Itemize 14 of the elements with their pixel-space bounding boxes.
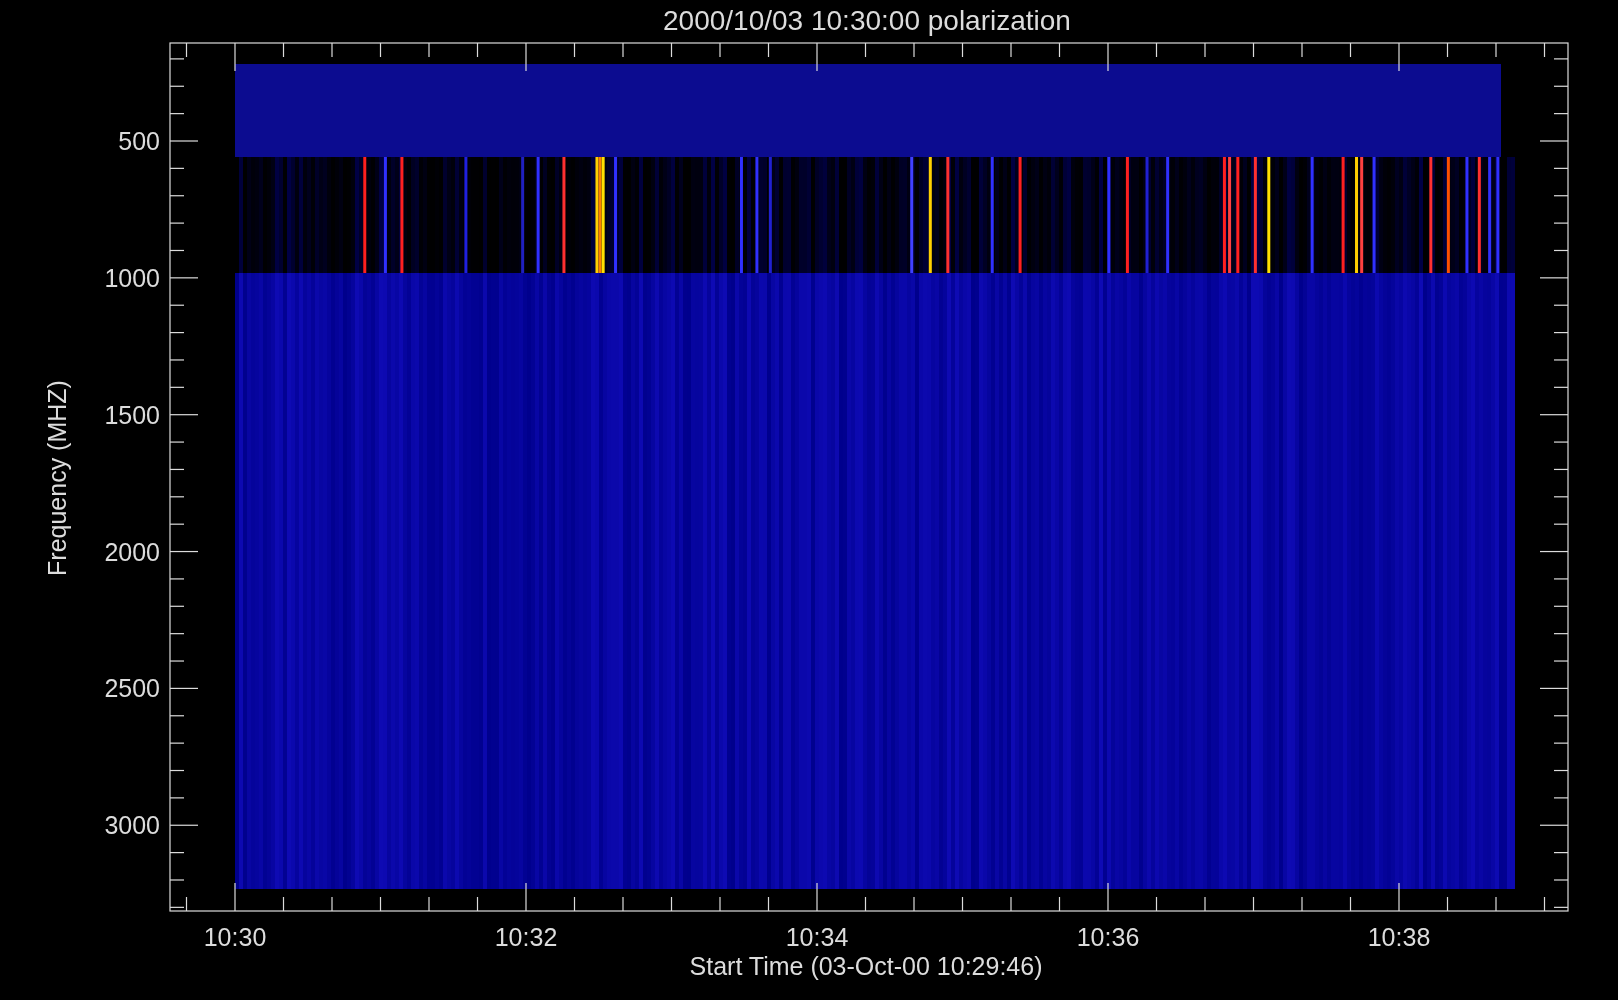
y-tick-label: 2500 xyxy=(104,674,160,703)
y-tick-label: 500 xyxy=(118,127,160,155)
x-tick-label: 10:32 xyxy=(494,923,558,951)
x-tick-label: 10:38 xyxy=(1367,923,1431,951)
y-tick-label: 1000 xyxy=(104,263,160,292)
x-tick-label: 10:30 xyxy=(203,923,267,951)
y-tick-label: 2000 xyxy=(104,537,160,566)
y-tick-label: 1500 xyxy=(104,400,160,429)
y-tick-label: 3000 xyxy=(104,811,160,840)
x-axis-label: Start Time (03-Oct-00 10:29:46) xyxy=(689,952,1043,980)
x-tick-label: 10:36 xyxy=(1076,923,1140,951)
x-tick-label: 10:34 xyxy=(785,923,849,951)
y-axis-label: Frequency (MHZ) xyxy=(43,380,71,576)
plot-title: 2000/10/03 10:30:00 polarization xyxy=(663,5,1071,36)
